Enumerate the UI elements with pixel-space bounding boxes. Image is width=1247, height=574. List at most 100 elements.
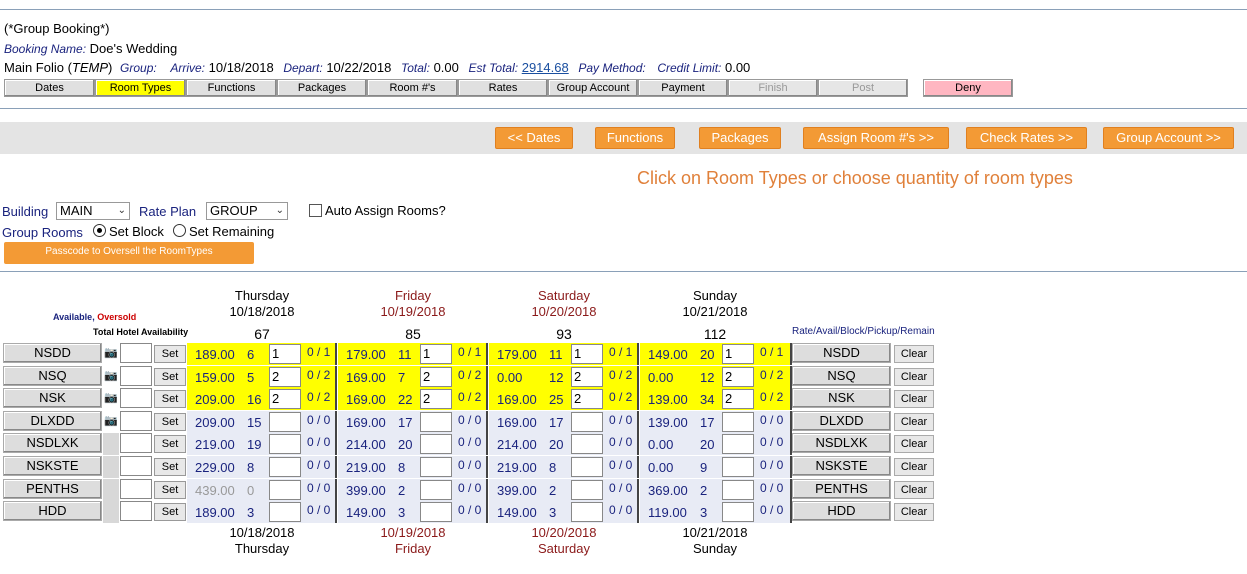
- room-type-button-right[interactable]: DLXDD: [792, 411, 891, 431]
- camera-icon[interactable]: 📷: [104, 369, 118, 382]
- set-quantity-input[interactable]: [120, 501, 152, 521]
- est-total-link[interactable]: 2914.68: [522, 60, 569, 75]
- set-quantity-input[interactable]: [120, 411, 152, 431]
- clear-button[interactable]: Clear: [894, 413, 934, 431]
- room-type-button[interactable]: NSDLXK: [3, 433, 102, 453]
- room-type-button[interactable]: NSK: [3, 388, 102, 408]
- block-quantity-input[interactable]: 2: [571, 389, 603, 409]
- block-quantity-input[interactable]: 1: [571, 344, 603, 364]
- tab-functions[interactable]: Functions: [186, 79, 277, 97]
- block-quantity-input[interactable]: [571, 502, 603, 522]
- block-quantity-input[interactable]: 2: [571, 367, 603, 387]
- block-quantity-input[interactable]: [269, 412, 301, 432]
- tab-room-numbers[interactable]: Room #'s: [367, 79, 458, 97]
- block-quantity-input[interactable]: 1: [722, 344, 754, 364]
- check-rates-button[interactable]: Check Rates >>: [966, 127, 1087, 149]
- set-button[interactable]: Set: [154, 413, 186, 431]
- block-quantity-input[interactable]: 2: [722, 367, 754, 387]
- clear-button[interactable]: Clear: [894, 345, 934, 363]
- set-button[interactable]: Set: [154, 503, 186, 521]
- block-quantity-input[interactable]: [269, 434, 301, 454]
- tab-room-types[interactable]: Room Types: [95, 79, 186, 97]
- block-quantity-input[interactable]: [722, 434, 754, 454]
- block-quantity-input[interactable]: 1: [269, 344, 301, 364]
- room-type-button-right[interactable]: NSDD: [792, 343, 891, 363]
- block-quantity-input[interactable]: [571, 457, 603, 477]
- day-cell: 399.00 2 0 / 0: [489, 479, 639, 501]
- block-quantity-input[interactable]: [722, 502, 754, 522]
- tab-packages[interactable]: Packages: [277, 79, 367, 97]
- set-quantity-input[interactable]: [120, 343, 152, 363]
- room-type-button-right[interactable]: HDD: [792, 501, 891, 521]
- tab-payment[interactable]: Payment: [638, 79, 728, 97]
- set-button[interactable]: Set: [154, 368, 186, 386]
- tab-rates[interactable]: Rates: [458, 79, 548, 97]
- set-quantity-input[interactable]: [120, 456, 152, 476]
- prev-dates-button[interactable]: << Dates: [495, 127, 573, 149]
- room-type-button[interactable]: DLXDD: [3, 411, 102, 431]
- block-quantity-input[interactable]: [722, 412, 754, 432]
- auto-assign-checkbox[interactable]: [309, 204, 322, 217]
- set-button[interactable]: Set: [154, 345, 186, 363]
- block-quantity-input[interactable]: 2: [420, 389, 452, 409]
- block-quantity-input[interactable]: [722, 480, 754, 500]
- clear-button[interactable]: Clear: [894, 458, 934, 476]
- set-button[interactable]: Set: [154, 481, 186, 499]
- block-quantity-input[interactable]: [269, 457, 301, 477]
- block-quantity-input[interactable]: 2: [269, 367, 301, 387]
- set-remaining-radio[interactable]: [173, 224, 186, 237]
- set-button[interactable]: Set: [154, 390, 186, 408]
- block-quantity-input[interactable]: [571, 480, 603, 500]
- set-button[interactable]: Set: [154, 435, 186, 453]
- clear-button[interactable]: Clear: [894, 390, 934, 408]
- camera-icon[interactable]: 📷: [104, 346, 118, 359]
- room-type-button[interactable]: NSQ: [3, 366, 102, 386]
- block-quantity-input[interactable]: [420, 480, 452, 500]
- block-quantity-input[interactable]: [420, 434, 452, 454]
- room-type-button[interactable]: NSKSTE: [3, 456, 102, 476]
- block-quantity-input[interactable]: [571, 434, 603, 454]
- tab-deny[interactable]: Deny: [923, 79, 1013, 97]
- room-type-button-right[interactable]: NSQ: [792, 366, 891, 386]
- building-select[interactable]: MAIN ⌄: [56, 202, 130, 220]
- block-quantity-input[interactable]: [269, 480, 301, 500]
- room-type-button[interactable]: PENTHS: [3, 479, 102, 499]
- room-type-button-right[interactable]: NSK: [792, 388, 891, 408]
- set-block-radio[interactable]: [93, 224, 106, 237]
- group-account-button[interactable]: Group Account >>: [1103, 127, 1234, 149]
- rate-plan-select[interactable]: GROUP ⌄: [206, 202, 288, 220]
- block-quantity-input[interactable]: 2: [420, 367, 452, 387]
- room-type-button-right[interactable]: NSDLXK: [792, 433, 891, 453]
- clear-button[interactable]: Clear: [894, 368, 934, 386]
- tab-group-account[interactable]: Group Account: [548, 79, 638, 97]
- block-quantity-input[interactable]: [269, 502, 301, 522]
- block-quantity-input[interactable]: 2: [722, 389, 754, 409]
- set-quantity-input[interactable]: [120, 366, 152, 386]
- pickup-remain-value: 0 / 0: [307, 458, 331, 472]
- tab-dates[interactable]: Dates: [4, 79, 95, 97]
- block-quantity-input[interactable]: [571, 412, 603, 432]
- assign-room-numbers-button[interactable]: Assign Room #'s >>: [803, 127, 949, 149]
- clear-button[interactable]: Clear: [894, 481, 934, 499]
- room-type-button-right[interactable]: PENTHS: [792, 479, 891, 499]
- packages-button[interactable]: Packages: [699, 127, 781, 149]
- set-quantity-input[interactable]: [120, 479, 152, 499]
- block-quantity-input[interactable]: 2: [269, 389, 301, 409]
- camera-icon[interactable]: 📷: [104, 391, 118, 404]
- block-quantity-input[interactable]: [420, 412, 452, 432]
- block-quantity-input[interactable]: [420, 457, 452, 477]
- block-quantity-input[interactable]: [420, 502, 452, 522]
- camera-icon[interactable]: 📷: [104, 414, 118, 427]
- room-type-button[interactable]: HDD: [3, 501, 102, 521]
- set-quantity-input[interactable]: [120, 388, 152, 408]
- block-quantity-input[interactable]: [722, 457, 754, 477]
- set-quantity-input[interactable]: [120, 433, 152, 453]
- set-button[interactable]: Set: [154, 458, 186, 476]
- clear-button[interactable]: Clear: [894, 503, 934, 521]
- passcode-oversell-button[interactable]: Passcode to Oversell the RoomTypes: [4, 242, 254, 264]
- room-type-button-right[interactable]: NSKSTE: [792, 456, 891, 476]
- room-type-button[interactable]: NSDD: [3, 343, 102, 363]
- functions-button[interactable]: Functions: [595, 127, 675, 149]
- clear-button[interactable]: Clear: [894, 435, 934, 453]
- block-quantity-input[interactable]: 1: [420, 344, 452, 364]
